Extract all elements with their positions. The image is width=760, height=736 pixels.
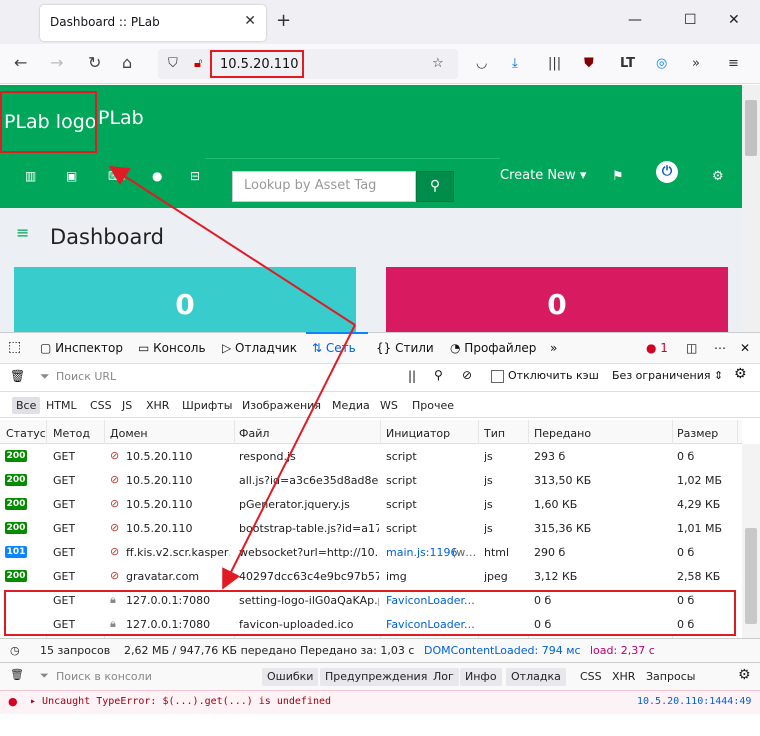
arrow-to-logo — [108, 165, 356, 326]
annotation-arrows — [108, 165, 356, 590]
arrow-to-requests — [222, 324, 356, 590]
